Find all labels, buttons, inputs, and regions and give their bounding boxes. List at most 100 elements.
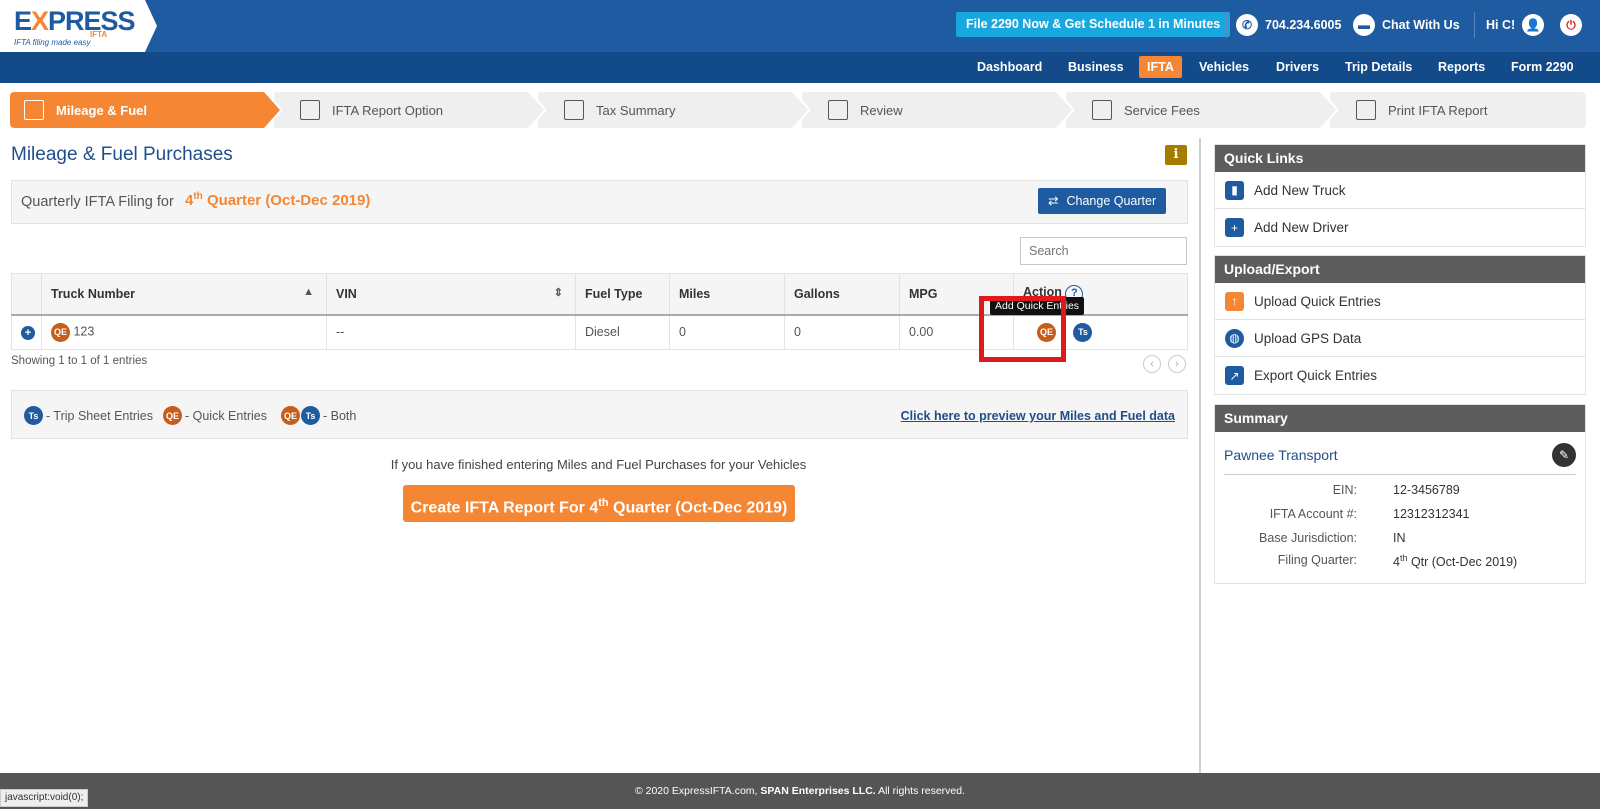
add-trip-sheet-icon[interactable]: Ts (1073, 322, 1093, 342)
upload-export-panel: Upload/Export ↑ Upload Quick Entries ◍ U… (1214, 255, 1586, 395)
legend-trip-sheet: Ts - Trip Sheet Entries (24, 406, 153, 425)
upload-quick-entries-link[interactable]: ↑ Upload Quick Entries (1215, 283, 1585, 320)
logout-button[interactable]: ⏻ (1560, 14, 1582, 36)
create-ifta-report-button[interactable]: Create IFTA Report For 4th Quarter (Oct-… (403, 485, 795, 522)
col-vin[interactable]: VIN ⇕ (326, 273, 576, 316)
review-icon (828, 100, 848, 120)
phone-number: 704.234.6005 (1265, 18, 1342, 32)
export-quick-entries-link[interactable]: ↗ Export Quick Entries (1215, 357, 1585, 394)
nav-trip-details[interactable]: Trip Details (1345, 52, 1412, 83)
shuffle-icon: ⇄ (1048, 194, 1059, 208)
legend-panel: Ts - Trip Sheet Entries QE - Quick Entri… (11, 390, 1188, 439)
step-mileage-fuel[interactable]: Mileage & Fuel (10, 92, 283, 128)
cash-icon (1092, 100, 1112, 120)
main-nav: Dashboard Business IFTA Vehicles Drivers… (0, 52, 1600, 83)
step-label: Tax Summary (596, 102, 676, 118)
add-new-truck-link[interactable]: ▮ Add New Truck (1215, 172, 1585, 209)
step-label: Review (860, 102, 903, 118)
company-name: Pawnee Transport (1224, 447, 1338, 463)
add-driver-icon: + (1225, 218, 1244, 237)
wizard-steps: Mileage & Fuel IFTA Report Option Tax Su… (10, 92, 1586, 128)
greeting: Hi C! (1486, 18, 1516, 32)
summary-panel: Summary Pawnee Transport ✎ EIN: 12-345678… (1214, 404, 1586, 584)
col-truck-number[interactable]: Truck Number ▲ (41, 273, 327, 316)
quarter-panel: Quarterly IFTA Filing for 4th Quarter (O… (11, 180, 1188, 224)
nav-business[interactable]: Business (1068, 52, 1124, 83)
chat-label: Chat With Us (1382, 18, 1460, 32)
miles-cell: 0 (669, 314, 785, 350)
phone-link[interactable]: ✆ 704.234.6005 (1236, 14, 1341, 36)
logo-wordmark: EXPRESS (14, 6, 136, 36)
phone-icon: ✆ (1236, 14, 1258, 36)
footer: © 2020 ExpressIFTA.com, SPAN Enterprises… (0, 773, 1600, 809)
export-icon: ↗ (1225, 366, 1244, 385)
upload-export-title: Upload/Export (1215, 256, 1585, 283)
nav-vehicles[interactable]: Vehicles (1199, 52, 1249, 83)
step-tax-summary[interactable]: Tax Summary (538, 92, 811, 128)
qe-badge-icon: QE (281, 406, 300, 425)
expand-column-header (11, 273, 42, 316)
logo-tagline: IFTA filing made easy (14, 38, 91, 47)
truck-icon: ▮ (1225, 180, 1244, 200)
page-title: Mileage & Fuel Purchases (11, 144, 233, 165)
step-ifta-report-option[interactable]: IFTA Report Option (274, 92, 547, 128)
fuel-type-cell: Diesel (575, 314, 670, 350)
calculator-icon (564, 100, 584, 120)
expand-cell[interactable]: + (11, 314, 42, 350)
divider (1474, 12, 1475, 38)
step-service-fees[interactable]: Service Fees (1066, 92, 1339, 128)
ts-badge-icon: Ts (301, 406, 320, 425)
summary-title: Summary (1215, 405, 1585, 432)
edit-pencil-icon[interactable]: ✎ (1552, 443, 1576, 467)
add-new-driver-link[interactable]: + Add New Driver (1215, 209, 1585, 246)
step-review[interactable]: Review (802, 92, 1075, 128)
nav-reports[interactable]: Reports (1438, 52, 1485, 83)
next-page-button[interactable]: › (1168, 355, 1186, 373)
step-label: IFTA Report Option (332, 102, 444, 118)
highlight-box (979, 296, 1066, 362)
sort-icon: ⇕ (553, 287, 563, 299)
legend-quick-entries: QE - Quick Entries (163, 406, 267, 425)
step-label: Print IFTA Report (1388, 102, 1488, 118)
report-icon (300, 100, 320, 120)
preview-data-link[interactable]: Click here to preview your Miles and Fue… (901, 409, 1175, 423)
step-label: Mileage & Fuel (56, 102, 148, 118)
divider (1226, 12, 1227, 38)
nav-dashboard[interactable]: Dashboard (977, 52, 1042, 83)
logo[interactable]: EXPRESS IFTA IFTA filing made easy (0, 0, 157, 52)
prev-page-button[interactable]: ‹ (1143, 355, 1161, 373)
upload-gps-data-link[interactable]: ◍ Upload GPS Data (1215, 320, 1585, 357)
finish-instructions: If you have finished entering Miles and … (390, 457, 807, 472)
legend-both: QE Ts - Both (281, 406, 356, 425)
chat-button[interactable]: ▬ Chat With Us (1353, 14, 1460, 36)
browser-status-bar: javascript:void(0); (0, 789, 89, 807)
nav-form-2290[interactable]: Form 2290 (1511, 52, 1574, 83)
logo-sub: IFTA (90, 30, 108, 39)
ts-badge-icon: Ts (24, 406, 43, 425)
truck-number-cell: QE 123 (41, 314, 327, 350)
sort-asc-icon: ▲ (303, 286, 314, 298)
step-print-ifta-report[interactable]: Print IFTA Report (1330, 92, 1586, 128)
col-gallons: Gallons (784, 273, 900, 316)
quick-links-panel: Quick Links ▮ Add New Truck + Add New Dr… (1214, 144, 1586, 247)
nav-ifta[interactable]: IFTA (1139, 56, 1182, 78)
top-header: EXPRESS IFTA IFTA filing made easy File … (0, 0, 1600, 52)
change-quarter-label: Change Quarter (1066, 194, 1157, 208)
column-divider (1199, 138, 1201, 773)
quarter-label: Quarterly IFTA Filing for (21, 194, 174, 210)
vin-cell: -- (326, 314, 576, 350)
chat-icon: ▬ (1353, 14, 1375, 36)
change-quarter-button[interactable]: ⇄ Change Quarter (1038, 188, 1167, 214)
user-menu[interactable]: Hi C! 👤 (1486, 14, 1545, 36)
power-icon: ⏻ (1560, 14, 1582, 36)
nav-drivers[interactable]: Drivers (1276, 52, 1319, 83)
qe-badge-icon: QE (51, 322, 70, 342)
info-button[interactable]: i (1165, 145, 1187, 165)
expand-icon[interactable]: + (21, 326, 35, 340)
upload-icon: ↑ (1225, 291, 1244, 311)
search-input[interactable] (1020, 237, 1187, 265)
fuel-pump-icon (24, 100, 44, 120)
col-miles: Miles (669, 273, 785, 316)
printer-icon (1356, 100, 1376, 120)
promo-button[interactable]: File 2290 Now & Get Schedule 1 in Minute… (956, 12, 1231, 37)
